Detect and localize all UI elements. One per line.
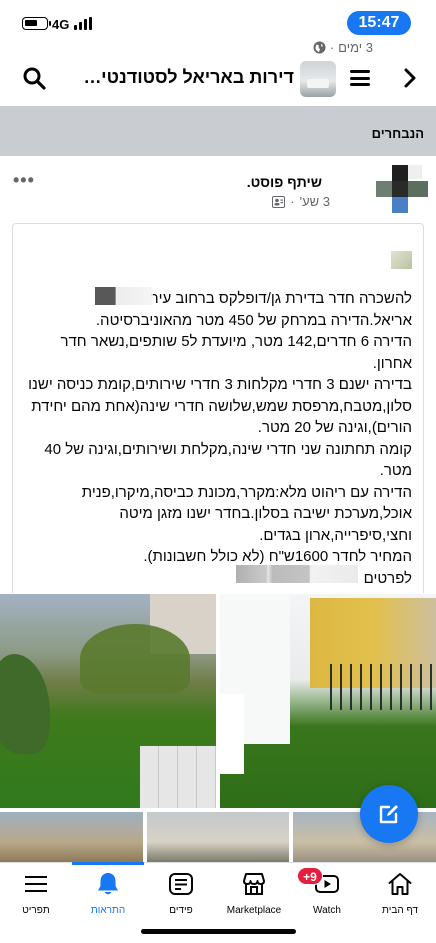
yard-photo[interactable]	[220, 594, 436, 808]
section-title: הנבחרים	[371, 126, 424, 141]
post-text-line: מטר.	[379, 462, 412, 479]
post-text-line: אוכל,מערכת ישיבה בסלון.בחדר ישנו מזגן מי…	[119, 505, 412, 522]
post-text-line: אחרון.	[372, 354, 412, 372]
group-title[interactable]: דירות באריאל לסטודנטים ד...	[72, 67, 294, 88]
post-text-line: הורים),וגינה של 20 מטר.	[257, 419, 412, 436]
bell-icon	[98, 873, 118, 895]
post-text-line: הדירה 6 חדרים,142 מטר, מיועדת ל5 שותפים,…	[60, 333, 412, 350]
feeds-icon	[169, 873, 193, 895]
watch-badge: +9	[297, 867, 323, 885]
network-type: 4G	[52, 17, 70, 32]
status-time[interactable]: 15:47	[347, 11, 411, 35]
tab-label: תפריט	[22, 905, 50, 916]
edit-icon	[379, 805, 398, 824]
home-indicator[interactable]	[141, 929, 296, 934]
apartment-photo[interactable]	[0, 812, 143, 862]
tab-label: דף הבית	[382, 905, 418, 916]
more-options-icon[interactable]: •••	[13, 170, 35, 191]
back-arrow-icon[interactable]	[398, 66, 420, 90]
post-meta: 3 שע' ·	[272, 194, 330, 209]
status-bar: 4G 15:47	[0, 0, 436, 44]
menu-icon[interactable]	[350, 70, 370, 86]
compose-button[interactable]	[360, 785, 418, 843]
apartment-photo[interactable]	[147, 812, 289, 862]
redacted-street-name	[95, 287, 153, 305]
search-icon[interactable]	[22, 66, 46, 90]
tab-label: התראות	[90, 905, 126, 916]
post-text-line: קומה תחתונה שני חדרי שינה,מקלחת ושירותים…	[44, 440, 412, 458]
tab-home[interactable]: דף הבית	[364, 863, 436, 923]
post-text-line: סלון,מטבח,מרפסת שמש,שלושה חדרי שינה(אחת …	[31, 397, 412, 415]
marketplace-icon	[243, 873, 265, 895]
post-text-line: הדירה עם ריהוט מלא:מקרר,מכונת כביסה,מיקר…	[81, 483, 412, 501]
post-text-line: בדירה ישנם 3 חדרי מקלחות 3 חדרי שירותים,…	[28, 376, 412, 393]
original-post-meta: 3 ימים ·	[313, 40, 373, 55]
garden-photo[interactable]	[0, 594, 216, 808]
tab-notifications[interactable]: התראות	[72, 862, 144, 923]
tab-label: Marketplace	[226, 905, 282, 916]
home-icon	[388, 873, 412, 895]
group-avatar[interactable]	[300, 61, 336, 97]
post-time[interactable]: 3 שע'	[300, 194, 330, 209]
meta-separator: ·	[329, 40, 335, 55]
tab-label: Watch	[313, 905, 341, 916]
tab-menu[interactable]: תפריט	[0, 863, 72, 923]
tab-marketplace[interactable]: Marketplace	[218, 863, 290, 923]
sharer-avatar[interactable]	[372, 165, 428, 213]
meta-separator: ·	[290, 194, 295, 209]
original-poster-avatar[interactable]	[391, 251, 412, 269]
battery-icon	[22, 17, 51, 30]
post-text-line: וחצי,סיפרייה,ארון בגדים.	[259, 526, 412, 544]
group-header: דירות באריאל לסטודנטים ד...	[0, 52, 436, 104]
shared-post-text: שיתף פוסט.	[246, 174, 322, 190]
redacted-contact-info	[236, 565, 358, 583]
signal-icon	[74, 17, 94, 30]
post-text: להשכרה חדר בדירת גן/דופלקס ברחוב עיר ארי…	[26, 288, 412, 589]
globe-icon	[313, 41, 326, 54]
original-post-time[interactable]: 3 ימים	[338, 40, 373, 55]
post-text-line: אריאל.הדירה במרחק של 450 מטר מהאוניברסיט…	[95, 311, 412, 329]
post-text-line: להשכרה חדר בדירת גן/דופלקס ברחוב עיר	[150, 290, 412, 307]
menu-icon	[25, 876, 47, 892]
group-audience-icon	[272, 195, 286, 208]
post-header: ••• שיתף פוסט. 3 שע' ·	[0, 162, 436, 218]
tab-label: פידים	[169, 905, 193, 916]
tab-feeds[interactable]: פידים	[145, 863, 217, 923]
section-header: הנבחרים	[0, 106, 436, 156]
